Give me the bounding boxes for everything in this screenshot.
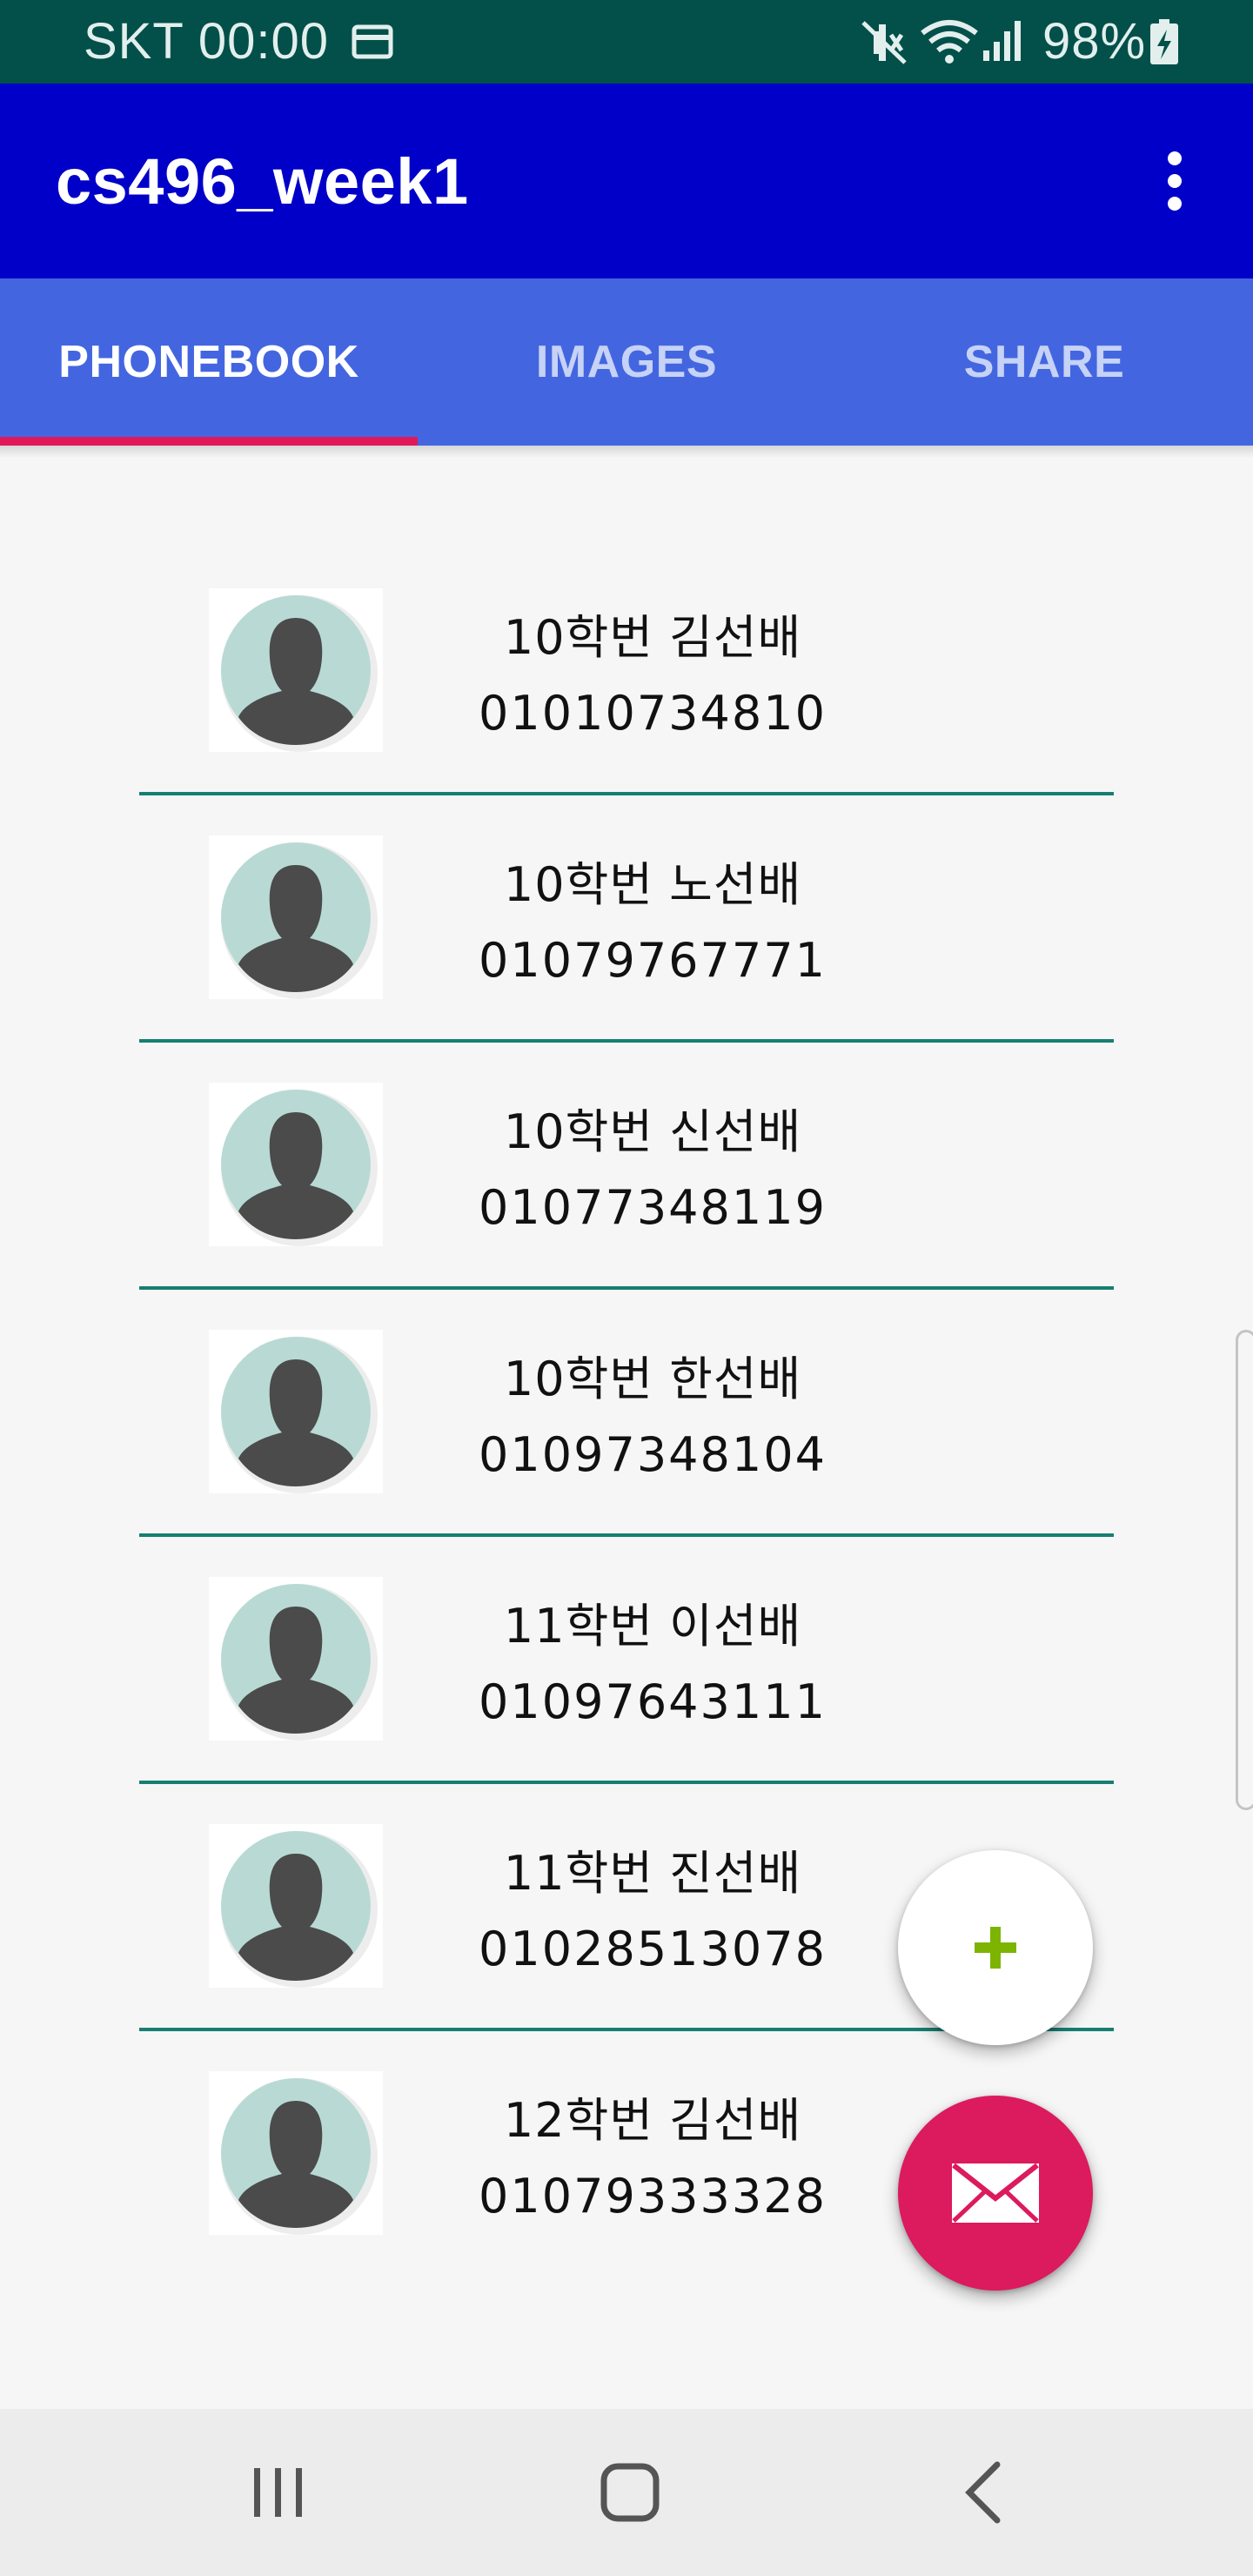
contact-item[interactable]: 10학번 한선배 01097348104 <box>139 1330 1114 1577</box>
tab-label: SHARE <box>963 337 1125 387</box>
app-title: cs496_week1 <box>56 145 469 218</box>
app-bar: cs496_week1 <box>0 84 1253 278</box>
contact-name: 10학번 김선배 <box>503 610 802 665</box>
person-avatar-icon <box>221 1831 378 1988</box>
send-mail-button[interactable] <box>898 2096 1093 2291</box>
tab-bar: PHONEBOOK IMAGES SHARE <box>0 278 1253 446</box>
contact-item[interactable]: 10학번 노선배 01079767771 <box>139 835 1114 1083</box>
contact-phone: 01079767771 <box>479 933 827 988</box>
home-icon[interactable] <box>597 2458 663 2527</box>
person-avatar-icon <box>221 1584 378 1741</box>
scrollbar-thumb[interactable] <box>1236 1330 1253 1810</box>
avatar <box>209 588 383 752</box>
signal-icon <box>983 21 1021 61</box>
contact-name: 11학번 이선배 <box>503 1599 802 1654</box>
battery-percent: 98% <box>1042 13 1147 70</box>
plus-icon <box>975 1927 1016 1969</box>
avatar <box>209 2071 383 2235</box>
mute-icon <box>861 21 907 64</box>
tab-share[interactable]: SHARE <box>835 278 1253 446</box>
contact-list[interactable]: 10학번 김선배 01010734810 10학번 노선배 0107976777… <box>0 446 1253 2409</box>
contact-name: 10학번 노선배 <box>503 857 802 912</box>
contact-name: 12학번 김선배 <box>503 2093 802 2148</box>
person-avatar-icon <box>221 842 378 999</box>
mail-icon <box>952 2163 1039 2223</box>
sim-card-icon <box>352 24 393 59</box>
status-bar: SKT 00:00 98% <box>0 0 1253 84</box>
contact-item[interactable]: 10학번 김선배 01010734810 <box>139 588 1114 835</box>
tab-phonebook[interactable]: PHONEBOOK <box>0 278 418 446</box>
contact-name: 10학번 한선배 <box>503 1352 802 1406</box>
add-contact-button[interactable] <box>898 1850 1093 2045</box>
divider <box>139 1039 1114 1043</box>
divider <box>139 1286 1114 1290</box>
wifi-icon <box>921 20 978 64</box>
recent-apps-icon[interactable] <box>245 2458 312 2527</box>
contact-name: 10학번 신선배 <box>503 1104 802 1159</box>
contact-phone: 01079333328 <box>479 2169 827 2224</box>
divider <box>139 1781 1114 1784</box>
navigation-bar <box>0 2409 1253 2576</box>
contact-phone: 01077348119 <box>479 1180 827 1235</box>
contact-phone: 01028513078 <box>479 1922 827 1976</box>
contact-phone: 01097643111 <box>479 1674 827 1729</box>
battery-charging-icon <box>1150 19 1178 64</box>
person-avatar-icon <box>221 595 378 752</box>
tab-indicator <box>0 437 418 446</box>
avatar <box>209 1330 383 1493</box>
divider <box>139 792 1114 795</box>
avatar <box>209 1577 383 1741</box>
contact-phone: 01097348104 <box>479 1427 827 1482</box>
tab-images[interactable]: IMAGES <box>418 278 835 446</box>
contact-phone: 01010734810 <box>479 686 827 741</box>
more-vert-icon[interactable] <box>1147 146 1203 216</box>
person-avatar-icon <box>221 1090 378 1246</box>
avatar <box>209 835 383 999</box>
tab-label: IMAGES <box>535 337 718 387</box>
divider <box>139 1533 1114 1537</box>
contact-item[interactable]: 10학번 신선배 01077348119 <box>139 1083 1114 1330</box>
back-icon[interactable] <box>957 2458 1009 2527</box>
person-avatar-icon <box>221 2078 378 2235</box>
tab-label: PHONEBOOK <box>58 337 359 387</box>
avatar <box>209 1083 383 1246</box>
contact-item[interactable]: 11학번 이선배 01097643111 <box>139 1577 1114 1824</box>
avatar <box>209 1824 383 1988</box>
carrier-time: SKT 00:00 <box>84 13 330 70</box>
person-avatar-icon <box>221 1337 378 1493</box>
contact-name: 11학번 진선배 <box>503 1846 802 1901</box>
